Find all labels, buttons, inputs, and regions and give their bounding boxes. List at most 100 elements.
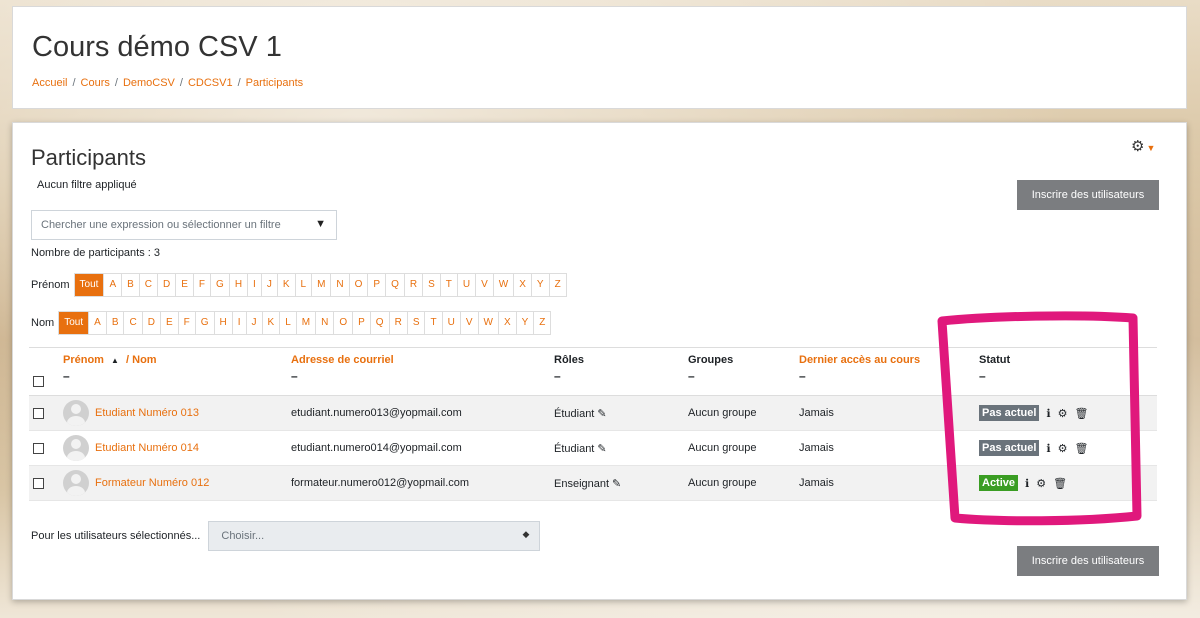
avatar[interactable]: [63, 400, 89, 426]
lastname-initial-q[interactable]: Q: [369, 312, 389, 334]
row-checkbox[interactable]: [33, 407, 44, 419]
firstname-initial-d[interactable]: D: [157, 274, 175, 296]
firstname-initial-b[interactable]: B: [121, 274, 139, 296]
firstname-initials-bar: Prénom Tout A B C D E F G H I J K L M N O P Q R S T U V W X Y Z: [31, 273, 567, 297]
firstname-initial-a[interactable]: A: [103, 274, 121, 296]
user-name-link[interactable]: Etudiant Numéro 014: [95, 442, 199, 454]
breadcrumb-category[interactable]: DemoCSV: [123, 77, 175, 89]
lastname-initial-k[interactable]: K: [261, 312, 280, 334]
lastname-initial-c[interactable]: C: [123, 312, 141, 334]
lastname-initial-j[interactable]: J: [245, 312, 262, 334]
table-row: Formateur Numéro 012 formateur.numero012…: [29, 465, 1157, 501]
firstname-initial-q[interactable]: Q: [385, 274, 404, 296]
sort-firstname-link[interactable]: Prénom: [63, 354, 104, 366]
info-icon[interactable]: ℹ: [1025, 478, 1029, 490]
firstname-initial-t[interactable]: T: [439, 274, 457, 296]
lastname-initial-i[interactable]: I: [231, 312, 246, 334]
settings-menu[interactable]: ⚙ ▼: [1131, 137, 1155, 155]
firstname-initial-z[interactable]: Z: [548, 274, 566, 296]
breadcrumb-home[interactable]: Accueil: [32, 77, 67, 89]
firstname-initial-w[interactable]: W: [492, 274, 513, 296]
lastname-initial-e[interactable]: E: [159, 312, 178, 334]
gear-icon[interactable]: ⚙: [1058, 443, 1068, 455]
breadcrumb-course[interactable]: CDCSV1: [188, 77, 233, 89]
lastname-initials-label: Nom: [31, 317, 55, 329]
firstname-initial-u[interactable]: U: [456, 274, 475, 296]
lastname-initial-h[interactable]: H: [213, 312, 232, 334]
lastname-initial-b[interactable]: B: [105, 312, 124, 334]
avatar[interactable]: [63, 435, 89, 461]
lastname-initial-p[interactable]: P: [352, 312, 370, 334]
enrol-users-button-bottom[interactable]: Inscrire des utilisateurs: [1017, 546, 1159, 576]
firstname-initial-m[interactable]: M: [311, 274, 330, 296]
lastname-initial-l[interactable]: L: [279, 312, 296, 334]
lastname-initial-g[interactable]: G: [194, 312, 214, 334]
trash-icon[interactable]: 🗑: [1074, 443, 1088, 455]
firstname-initial-g[interactable]: G: [210, 274, 229, 296]
info-icon[interactable]: ℹ: [1046, 408, 1050, 420]
collapse-status-icon[interactable]: –: [979, 369, 1153, 383]
firstname-initial-x[interactable]: X: [513, 274, 531, 296]
lastname-initial-w[interactable]: W: [477, 312, 498, 334]
info-icon[interactable]: ℹ: [1046, 443, 1050, 455]
user-name-link[interactable]: Formateur Numéro 012: [95, 477, 209, 489]
pencil-icon[interactable]: ✎: [597, 408, 606, 420]
firstname-initial-i[interactable]: I: [247, 274, 261, 296]
firstname-initial-k[interactable]: K: [276, 274, 295, 296]
firstname-initial-h[interactable]: H: [228, 274, 247, 296]
firstname-initial-f[interactable]: F: [192, 274, 210, 296]
collapse-name-icon[interactable]: –: [63, 369, 283, 383]
enrol-users-button[interactable]: Inscrire des utilisateurs: [1017, 180, 1159, 210]
collapse-lastaccess-icon[interactable]: –: [799, 369, 971, 383]
firstname-initial-p[interactable]: P: [367, 274, 385, 296]
pencil-icon[interactable]: ✎: [597, 443, 606, 455]
lastname-initial-y[interactable]: Y: [515, 312, 534, 334]
firstname-initial-s[interactable]: S: [422, 274, 440, 296]
trash-icon[interactable]: 🗑: [1053, 478, 1067, 490]
lastname-initial-v[interactable]: V: [459, 312, 478, 334]
select-all-checkbox[interactable]: [33, 376, 44, 387]
gear-icon[interactable]: ⚙: [1058, 408, 1068, 420]
trash-icon[interactable]: 🗑: [1074, 408, 1088, 420]
collapse-email-icon[interactable]: –: [291, 369, 546, 383]
firstname-initial-l[interactable]: L: [294, 274, 312, 296]
sort-lastaccess-link[interactable]: Dernier accès au cours: [799, 354, 920, 366]
firstname-initial-all[interactable]: Tout: [74, 274, 104, 296]
firstname-initial-e[interactable]: E: [175, 274, 193, 296]
lastname-initial-m[interactable]: M: [295, 312, 315, 334]
row-checkbox[interactable]: [33, 442, 44, 454]
sort-email-link[interactable]: Adresse de courriel: [291, 354, 394, 366]
pencil-icon[interactable]: ✎: [612, 478, 621, 490]
lastname-initial-d[interactable]: D: [141, 312, 160, 334]
collapse-roles-icon[interactable]: –: [554, 369, 680, 383]
lastname-initial-n[interactable]: N: [315, 312, 333, 334]
lastname-initial-z[interactable]: Z: [533, 312, 550, 334]
lastname-initial-r[interactable]: R: [388, 312, 407, 334]
firstname-initial-v[interactable]: V: [475, 274, 493, 296]
user-name-link[interactable]: Etudiant Numéro 013: [95, 407, 199, 419]
firstname-initial-c[interactable]: C: [138, 274, 157, 296]
lastname-initial-f[interactable]: F: [177, 312, 195, 334]
user-lastaccess: Jamais: [795, 395, 975, 431]
firstname-initial-o[interactable]: O: [348, 274, 368, 296]
lastname-initial-a[interactable]: A: [88, 312, 106, 334]
firstname-initial-r[interactable]: R: [403, 274, 422, 296]
lastname-initial-x[interactable]: X: [497, 312, 516, 334]
row-checkbox[interactable]: [33, 477, 44, 489]
lastname-initial-t[interactable]: T: [424, 312, 441, 334]
sort-lastname-link[interactable]: / Nom: [126, 354, 157, 366]
breadcrumb-courses[interactable]: Cours: [81, 77, 110, 89]
firstname-initial-n[interactable]: N: [330, 274, 348, 296]
avatar[interactable]: [63, 470, 89, 496]
bulk-action-select[interactable]: Choisir... ◆: [208, 521, 541, 551]
lastname-initial-s[interactable]: S: [406, 312, 425, 334]
collapse-groups-icon[interactable]: –: [688, 369, 791, 383]
firstname-initial-y[interactable]: Y: [530, 274, 549, 296]
lastname-initial-o[interactable]: O: [333, 312, 352, 334]
gear-icon[interactable]: ⚙: [1036, 478, 1046, 490]
lastname-initial-u[interactable]: U: [441, 312, 460, 334]
filter-search-input[interactable]: Chercher une expression ou sélectionner …: [31, 210, 337, 240]
lastname-initial-all[interactable]: Tout: [59, 312, 89, 334]
firstname-initial-j[interactable]: J: [260, 274, 277, 296]
breadcrumb-participants[interactable]: Participants: [246, 77, 303, 89]
